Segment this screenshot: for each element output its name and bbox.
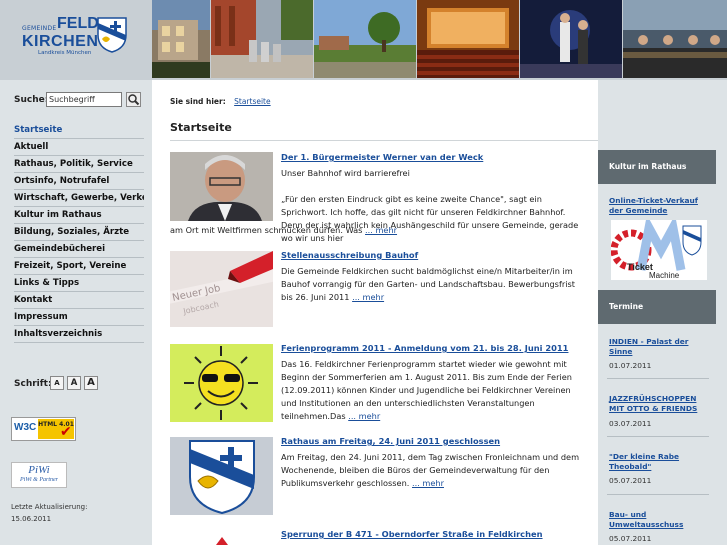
- piwi-logo-subtext: PiWi & Partner: [20, 477, 58, 483]
- breadcrumb-link-startseite[interactable]: Startseite: [234, 97, 270, 106]
- event-date: 05.07.2011: [609, 476, 652, 485]
- news-subtitle: Unser Bahnhof wird barrierefrei: [281, 168, 410, 178]
- ticket-machine-icon: TicketMachine: [610, 214, 707, 280]
- news-title-link[interactable]: Stellenausschreibung Bauhof: [281, 250, 418, 260]
- event-link[interactable]: JAZZFRÜHSCHOPPEN MIT OTTO & FRIENDS: [609, 394, 709, 414]
- news-item: Ferienprogramm 2011 - Anmeldung vom 21. …: [170, 343, 598, 425]
- logo-feld-text: FELD: [57, 15, 99, 32]
- main-content: Sie sind hier: Startseite Startseite Der…: [152, 80, 598, 545]
- breadcrumb: Sie sind hier: Startseite: [170, 97, 271, 106]
- search-label: Suche:: [14, 95, 49, 105]
- w3c-html-badge[interactable]: W3C HTML 4.01 ✔: [11, 417, 76, 441]
- nav-item-rathaus[interactable]: Rathaus, Politik, Service: [14, 156, 144, 173]
- logo-landkreis-text: Landkreis München: [38, 50, 92, 56]
- news-body: „Für den ersten Eindruck gibt es keine z…: [281, 194, 579, 243]
- news-body-wrap-text: am Ort mit Weltfirmen schmücken dürfen. …: [170, 225, 363, 235]
- ticket-sale-link[interactable]: Online-Ticket-Verkauf der Gemeinde: [609, 196, 709, 216]
- kultur-heading: Kultur im Rathaus: [598, 150, 716, 184]
- nav-item-startseite[interactable]: Startseite: [14, 122, 144, 139]
- piwi-logo-text: PiWi: [28, 464, 50, 476]
- right-sidebar: Kultur im Rathaus Online-Ticket-Verkauf …: [598, 80, 727, 545]
- news-image-mayor[interactable]: [170, 152, 273, 221]
- last-update-label: Letzte Aktualisierung:: [11, 503, 88, 511]
- header-photo-building: [152, 0, 210, 78]
- ticket-machine-logo[interactable]: Ticket Machine: [610, 214, 707, 280]
- news-more-link[interactable]: ... mehr: [352, 292, 384, 302]
- nav-item-bildung[interactable]: Bildung, Soziales, Ärzte: [14, 224, 144, 241]
- news-item: Sperrung der B 471 - Oberndorfer Straße …: [170, 529, 598, 545]
- news-item: Rathaus am Freitag, 24. Juni 2011 geschl…: [170, 436, 598, 518]
- news-item: Der 1. Bürgermeister Werner van der Weck…: [170, 152, 598, 243]
- news-body: Das 16. Feldkirchner Ferienprogramm star…: [281, 359, 572, 421]
- header-photo-stage: [520, 0, 622, 78]
- piwi-partner-logo[interactable]: PiWi PiWi & Partner: [11, 462, 67, 488]
- news-summary: Die Gemeinde Feldkirchen sucht baldmögli…: [281, 265, 587, 304]
- w3c-logo-text: W3C: [14, 422, 37, 433]
- page-header: GEMEINDE FELD KIRCHEN Landkreis München: [0, 0, 727, 80]
- nav-item-impressum[interactable]: Impressum: [14, 309, 144, 326]
- nav-item-wirtschaft[interactable]: Wirtschaft, Gewerbe, Verkehr: [14, 190, 144, 207]
- event-date: 03.07.2011: [609, 419, 652, 428]
- search-input[interactable]: [46, 92, 122, 107]
- left-sidebar: Suche: Startseite Aktuell Rathaus, Polit…: [0, 80, 152, 545]
- header-photo-church: [211, 0, 313, 78]
- nav-item-buecherei[interactable]: Gemeindebücherei: [14, 241, 144, 258]
- breadcrumb-label: Sie sind hier:: [170, 97, 226, 106]
- news-title-link[interactable]: Ferienprogramm 2011 - Anmeldung vom 21. …: [281, 343, 568, 353]
- news-summary: Das 16. Feldkirchner Ferienprogramm star…: [281, 358, 587, 423]
- checkmark-icon: ✔: [60, 424, 72, 440]
- nav-item-kontakt[interactable]: Kontakt: [14, 292, 144, 309]
- font-size-medium-button[interactable]: A: [67, 376, 81, 390]
- event-divider: [607, 378, 709, 379]
- news-title-link[interactable]: Sperrung der B 471 - Oberndorfer Straße …: [281, 529, 543, 539]
- news-title-link[interactable]: Der 1. Bürgermeister Werner van der Weck: [281, 152, 483, 162]
- event-link[interactable]: INDIEN - Palast der Sinne: [609, 337, 709, 357]
- nav-item-ortsinfo[interactable]: Ortsinfo, Notrufafel: [14, 173, 144, 190]
- machine-logo-text: Machine: [649, 271, 680, 280]
- site-logo[interactable]: GEMEINDE FELD KIRCHEN Landkreis München: [0, 0, 150, 80]
- title-divider: [170, 140, 598, 141]
- search-button[interactable]: [126, 92, 141, 107]
- nav-item-aktuell[interactable]: Aktuell: [14, 139, 144, 156]
- header-photo-meeting: [623, 0, 727, 78]
- news-image-job[interactable]: Neuer Job Jobcoach: [170, 251, 273, 327]
- last-update-date: 15.06.2011: [11, 515, 52, 523]
- event-link[interactable]: "Der kleine Rabe Theobald": [609, 452, 709, 472]
- main-navigation: Startseite Aktuell Rathaus, Politik, Ser…: [14, 122, 144, 343]
- font-size-large-button[interactable]: A: [84, 376, 98, 390]
- news-more-link[interactable]: ... mehr: [412, 478, 444, 488]
- news-more-link[interactable]: ... mehr: [365, 225, 397, 235]
- termine-heading: Termine: [598, 290, 716, 324]
- nav-item-links[interactable]: Links & Tipps: [14, 275, 144, 292]
- nav-item-inhaltsverzeichnis[interactable]: Inhaltsverzeichnis: [14, 326, 144, 343]
- event-date: 05.07.2011: [609, 534, 652, 543]
- news-summary: Am Freitag, den 24. Juni 2011, dem Tag z…: [281, 451, 587, 490]
- event-divider: [607, 494, 709, 495]
- nav-item-freizeit[interactable]: Freizeit, Sport, Vereine: [14, 258, 144, 275]
- magnifier-icon: [128, 94, 140, 106]
- news-image-crest[interactable]: [170, 437, 273, 515]
- last-update: Letzte Aktualisierung: 15.06.2011: [11, 501, 87, 525]
- news-title-link[interactable]: Rathaus am Freitag, 24. Juni 2011 geschl…: [281, 436, 500, 446]
- news-image-road-sign[interactable]: [170, 535, 273, 545]
- nav-item-kultur[interactable]: Kultur im Rathaus: [14, 207, 144, 224]
- coat-of-arms-icon: [97, 17, 127, 53]
- news-item: Neuer Job Jobcoach Stellenausschreibung B…: [170, 250, 598, 330]
- font-size-small-button[interactable]: A: [50, 376, 64, 390]
- event-date: 01.07.2011: [609, 361, 652, 370]
- news-more-link[interactable]: ... mehr: [348, 411, 380, 421]
- news-body-continued: am Ort mit Weltfirmen schmücken dürfen. …: [170, 224, 590, 237]
- logo-kirchen-text: KIRCHEN: [22, 33, 99, 50]
- logo-gemeinde-text: GEMEINDE: [22, 25, 57, 32]
- news-body: Die Gemeinde Feldkirchen sucht baldmögli…: [281, 266, 575, 302]
- event-link[interactable]: Bau- und Umweltausschuss: [609, 510, 709, 530]
- header-photo-tree: [314, 0, 416, 78]
- news-image-sun[interactable]: [170, 344, 273, 422]
- font-size-label: Schrift:: [14, 379, 52, 389]
- header-photo-hall: [417, 0, 519, 78]
- page-title: Startseite: [170, 121, 232, 134]
- event-divider: [607, 436, 709, 437]
